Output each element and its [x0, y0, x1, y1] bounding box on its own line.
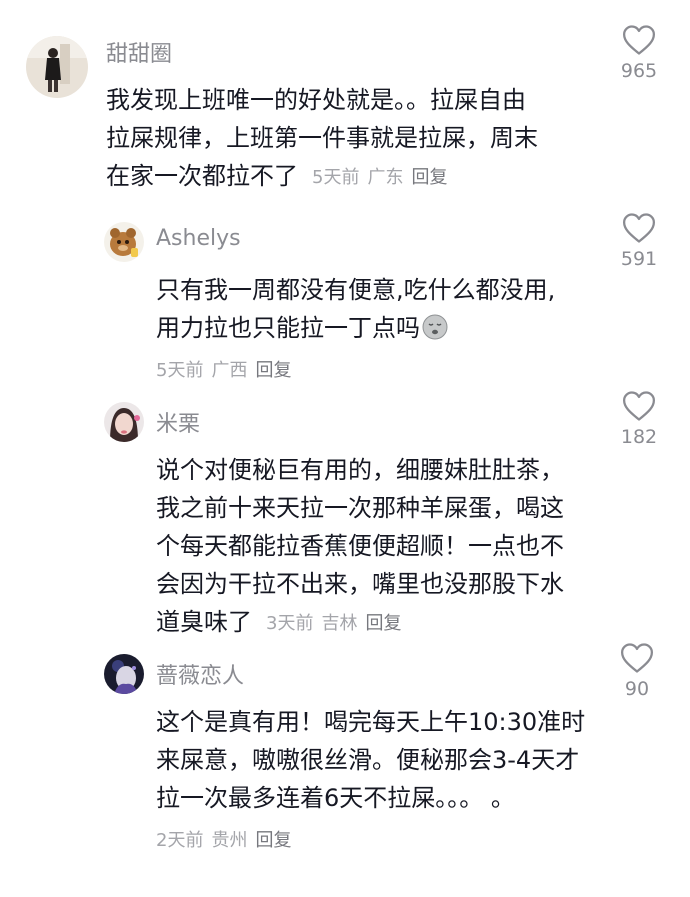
comment-location: 广西 [211, 360, 248, 381]
comment-text-line: 这个是真有用！喝完每天上午10:30准时 [156, 708, 586, 736]
avatar-image [26, 36, 88, 98]
comment-time: 3天前 [266, 613, 314, 634]
comment-text-line: 我发现上班唯一的好处就是。。拉屎自由 [106, 86, 526, 114]
comment-text-line-with-meta: 道臭味了 3天前 吉林 回复 [156, 602, 409, 637]
comment-text-line: 会因为干拉不出来，嘴里也没那股下水 [156, 570, 564, 598]
comment-text-line: 只有我一周都没有便意,吃什么都没用, [156, 276, 556, 304]
like-count: 182 [620, 426, 658, 448]
avatar-image [104, 402, 144, 442]
like-button[interactable]: 965 [603, 24, 675, 82]
like-count: 965 [620, 60, 658, 82]
like-button[interactable]: 90 [601, 642, 673, 700]
heart-outline-icon [622, 391, 656, 421]
comment-time: 5天前 [156, 360, 204, 381]
comment-username[interactable]: 蔷薇恋人 [156, 658, 244, 690]
comment-text-line-with-emoji: 用力拉也只能拉一丁点吗 [156, 308, 448, 343]
comment-meta: 5天前 广东 回复 [312, 167, 455, 188]
comment-username[interactable]: 甜甜圈 [106, 36, 172, 68]
avatar[interactable] [104, 402, 144, 442]
reply-button[interactable]: 回复 [365, 613, 401, 634]
like-count: 591 [620, 248, 658, 270]
avatar-image [104, 222, 144, 262]
comment-text-line: 在家一次都拉不了 [106, 162, 298, 190]
avatar[interactable] [104, 654, 144, 694]
comment-meta: 3天前 吉林 回复 [266, 613, 409, 634]
comment-text-line: 个每天都能拉香蕉便便超顺！一点也不 [156, 532, 564, 560]
comment-text-line: 用力拉也只能拉一丁点吗 [156, 314, 420, 342]
avatar-image [104, 654, 144, 694]
comment-text-line: 道臭味了 [156, 608, 252, 636]
pensive-face-emoji [422, 314, 448, 340]
comment-text-line: 来屎意，嗷嗷很丝滑。便秘那会3-4天才 [156, 746, 580, 774]
comment-time: 5天前 [312, 167, 360, 188]
comment-username[interactable]: Ashelys [156, 226, 241, 251]
reply-button[interactable]: 回复 [255, 360, 291, 381]
heart-outline-icon [620, 643, 654, 673]
comment-text-line: 拉屎规律，上班第一件事就是拉屎，周末 [106, 124, 538, 152]
comment-username[interactable]: 米栗 [156, 406, 200, 438]
avatar[interactable] [104, 222, 144, 262]
like-button[interactable]: 591 [603, 212, 675, 270]
heart-outline-icon [622, 25, 656, 55]
comment-time: 2天前 [156, 830, 204, 851]
heart-outline-icon [622, 213, 656, 243]
reply-button[interactable]: 回复 [411, 167, 447, 188]
like-button[interactable]: 182 [603, 390, 675, 448]
comment-text-line: 我之前十来天拉一次那种羊屎蛋，喝这 [156, 494, 564, 522]
comment-location: 广东 [367, 167, 404, 188]
comment-text-line: 说个对便秘巨有用的，细腰妹肚肚茶， [156, 456, 564, 484]
comment-meta: 5天前 广西 回复 [156, 356, 299, 382]
reply-button[interactable]: 回复 [255, 830, 291, 851]
avatar[interactable] [26, 36, 88, 98]
comment-location: 贵州 [211, 830, 248, 851]
comment-text-line: 拉一次最多连着6天不拉屎。。。 。 [156, 784, 515, 812]
comment-meta: 2天前 贵州 回复 [156, 826, 299, 852]
comment-location: 吉林 [321, 613, 358, 634]
like-count: 90 [624, 678, 650, 700]
comment-text-line-with-meta: 在家一次都拉不了 5天前 广东 回复 [106, 156, 455, 191]
